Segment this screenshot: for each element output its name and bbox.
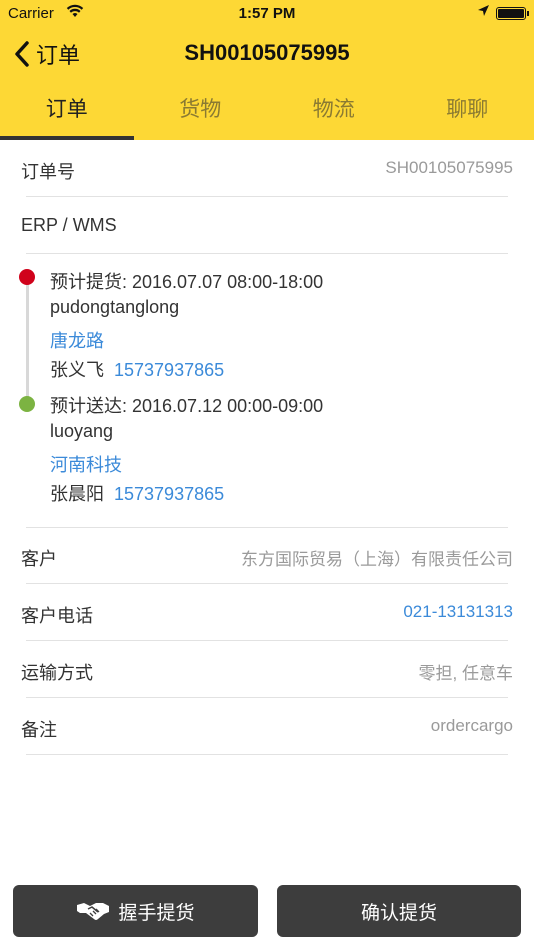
customer-phone-row: 客户电话 021-13131313	[0, 585, 534, 641]
confirm-pickup-button[interactable]: 确认提货	[277, 885, 521, 937]
customer-phone-label: 客户电话	[21, 606, 93, 626]
pickup-contact-name: 张义飞	[50, 360, 104, 380]
customer-value: 东方国际贸易（上海）有限责任公司	[241, 550, 513, 569]
status-bar: Carrier 1:57 PM	[0, 0, 534, 28]
customer-row: 客户 东方国际贸易（上海）有限责任公司	[0, 528, 534, 584]
remarks-value: ordercargo	[430, 716, 513, 735]
pickup-dot-icon	[19, 269, 35, 285]
delivery-time: 预计送达: 2016.07.12 00:00-09:00	[50, 396, 324, 416]
delivery-place: luoyang	[50, 421, 114, 441]
pickup-time: 预计提货: 2016.07.07 08:00-18:00	[50, 272, 324, 292]
timeline-bottom	[0, 472, 534, 528]
location-arrow-icon	[477, 4, 490, 21]
divider	[26, 754, 508, 755]
delivery-dot-icon	[19, 396, 35, 412]
transport-mode-row: 运输方式 零担, 任意车	[0, 642, 534, 698]
tab-order[interactable]: 订单	[0, 80, 134, 140]
erp-wms-label: ERP / WMS	[21, 215, 117, 235]
remarks-row: 备注 ordercargo	[0, 699, 534, 755]
customer-phone-link[interactable]: 021-13131313	[403, 602, 513, 622]
pickup-phone-link[interactable]: 15737937865	[114, 360, 224, 380]
navigation-bar: 订单 SH00105075995	[0, 28, 534, 80]
battery-icon	[496, 7, 529, 20]
order-number-label: 订单号	[21, 162, 75, 182]
route-timeline: 预计提货: 2016.07.07 08:00-18:00 pudongtangl…	[0, 256, 534, 528]
clock: 1:57 PM	[238, 5, 296, 22]
tab-logistics[interactable]: 物流	[267, 80, 401, 140]
page-title: SH00105075995	[184, 40, 350, 65]
pickup-place: pudongtanglong	[50, 297, 180, 317]
confirm-pickup-label: 确认提货	[360, 902, 437, 924]
handshake-pickup-button[interactable]: 握手提货	[13, 885, 258, 937]
erp-wms-row[interactable]: ERP / WMS	[0, 198, 534, 254]
tab-chat[interactable]: 聊聊	[401, 80, 534, 140]
divider	[26, 640, 508, 641]
divider	[26, 253, 508, 254]
order-number-row: 订单号 SH00105075995	[0, 141, 534, 197]
pickup-contact: 张义飞 15737937865	[50, 356, 224, 382]
transport-mode-label: 运输方式	[21, 663, 93, 683]
pickup-address-link[interactable]: 唐龙路	[50, 327, 104, 353]
timeline-line	[26, 278, 29, 404]
order-number-value: SH00105075995	[385, 158, 513, 177]
transport-mode-value: 零担, 任意车	[418, 664, 513, 683]
handshake-icon	[77, 903, 110, 920]
tab-goods[interactable]: 货物	[134, 80, 268, 140]
remarks-label: 备注	[21, 720, 57, 740]
divider	[26, 196, 508, 197]
handshake-pickup-label: 握手提货	[118, 902, 195, 924]
divider	[26, 697, 508, 698]
tab-bar: 订单 货物 物流 聊聊	[0, 80, 534, 140]
customer-label: 客户	[21, 549, 57, 569]
divider	[26, 583, 508, 584]
